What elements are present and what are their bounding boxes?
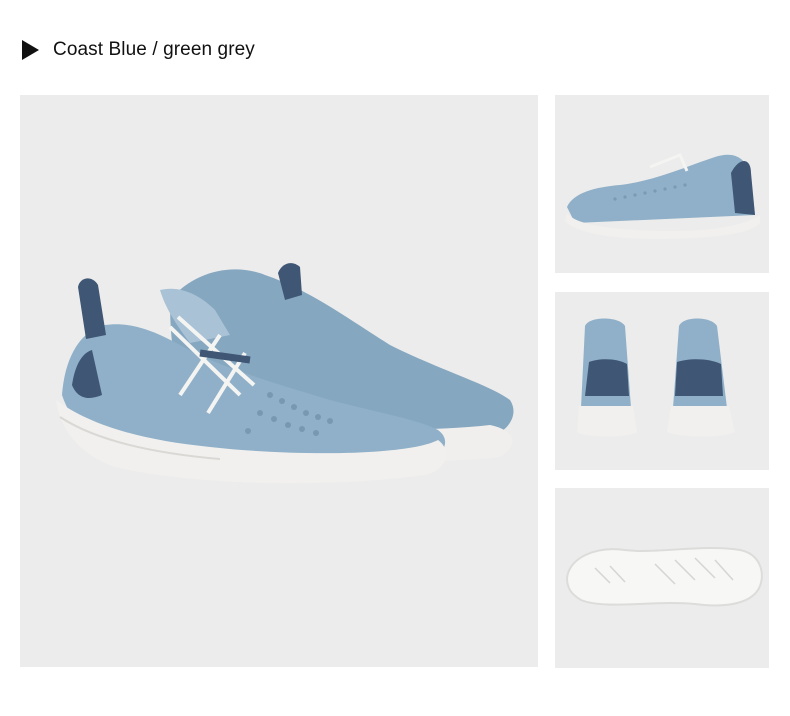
right-heel	[667, 318, 735, 437]
sneaker-outsole-illustration	[565, 547, 763, 607]
left-heel	[577, 318, 637, 437]
section-heading: Coast Blue / green grey	[22, 36, 255, 64]
sneaker-side-illustration	[565, 153, 760, 239]
main-product-photo	[20, 95, 538, 667]
sneaker-pair-illustration	[56, 263, 514, 484]
play-triangle-icon	[22, 40, 39, 60]
heel-view-photo	[555, 292, 769, 470]
side-profile-photo	[555, 95, 769, 273]
sneaker-heel-illustration	[577, 318, 735, 437]
colorway-title: Coast Blue / green grey	[53, 39, 255, 60]
outsole-view-photo	[555, 488, 769, 668]
